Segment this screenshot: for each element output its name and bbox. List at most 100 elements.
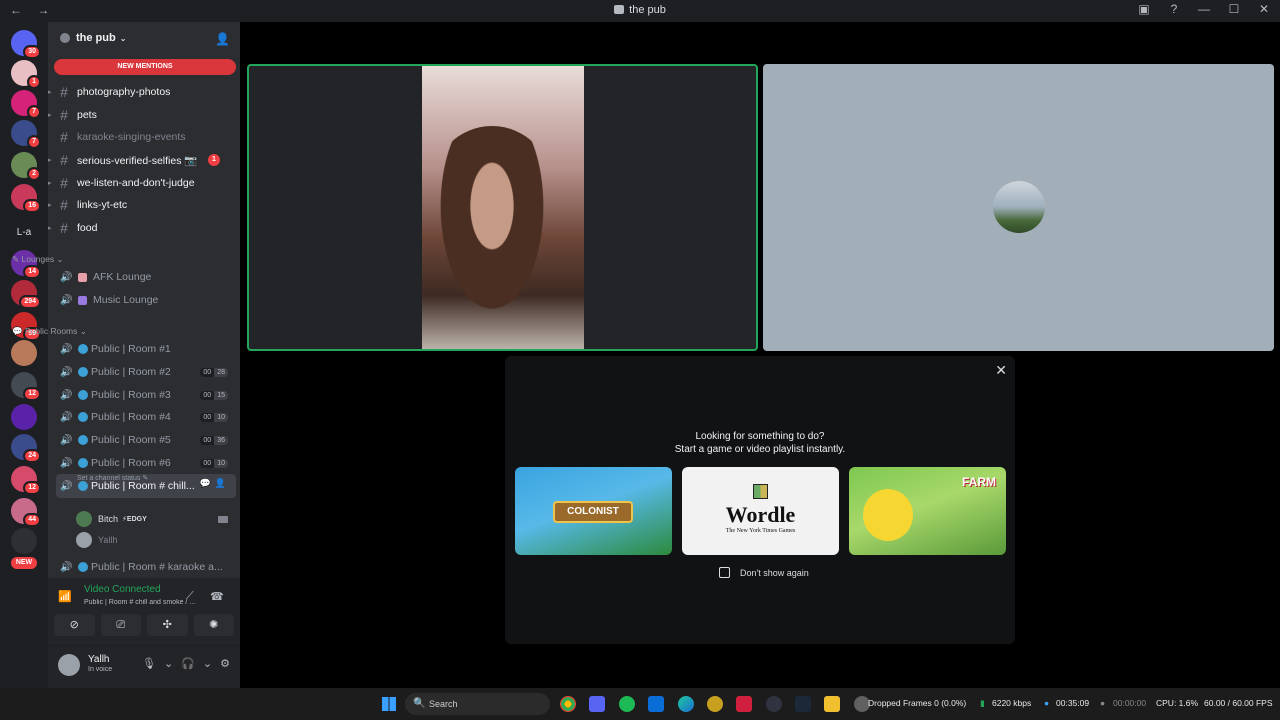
app-icon[interactable] <box>707 696 723 712</box>
server-icon <box>614 5 625 14</box>
server-icon[interactable]: 44 <box>11 498 41 527</box>
server-icon[interactable]: 12 <box>11 466 41 495</box>
screen-share-icon[interactable]: ⎚ <box>100 614 141 636</box>
activity-card-farm[interactable]: FARM <box>849 467 1006 555</box>
speaker-icon: 🔊 <box>60 457 73 469</box>
unread-indicator: ▸ <box>48 225 52 232</box>
activities-icon[interactable]: ✣ <box>147 614 188 636</box>
camera-off-icon[interactable]: ⊘ <box>54 614 95 636</box>
server-icon[interactable]: L-a <box>11 220 37 246</box>
new-servers-pill[interactable]: NEW <box>11 557 37 569</box>
guild-header[interactable]: the pub ⌄ 👤 <box>48 22 240 54</box>
server-icon[interactable]: 24 <box>11 434 41 463</box>
category-public-rooms[interactable]: 💬 Public Rooms ⌄ <box>12 326 87 337</box>
video-tile-speaking[interactable] <box>247 64 758 351</box>
file-explorer-icon[interactable] <box>824 696 840 712</box>
server-icon[interactable] <box>11 528 37 554</box>
soundboard-icon[interactable]: ✺ <box>193 614 234 636</box>
voice-channel[interactable]: 🔊 AFK Lounge <box>56 267 236 287</box>
app-icon[interactable] <box>736 696 752 712</box>
unread-indicator: ▸ <box>48 157 52 164</box>
server-icon[interactable] <box>11 404 37 430</box>
globe-icon <box>78 435 88 445</box>
edge-icon[interactable] <box>678 696 694 712</box>
help-icon[interactable]: ? <box>1166 2 1182 16</box>
new-mentions-pill[interactable]: NEW MENTIONS <box>54 59 236 75</box>
text-channel[interactable]: ▸ # food <box>48 218 228 238</box>
voice-channel[interactable]: 🔊 Public | Room #4 00 10 <box>56 407 236 427</box>
category-label: Public Rooms <box>24 326 78 336</box>
server-icon[interactable]: 7 <box>11 90 41 119</box>
taskbar: 🔍 Search Dropped Frames 0 (0.0%) ▮ 6220 k… <box>0 688 1280 720</box>
voice-channel-link[interactable]: Public | Room # chill and smoke / ... <box>84 599 214 606</box>
voice-channel[interactable]: 🔊 Public | Room # karaoke a... <box>56 557 236 577</box>
server-icon[interactable]: 30 <box>11 30 41 59</box>
text-channel[interactable]: ▸ # links-yt-etc <box>48 195 228 215</box>
close-icon[interactable]: ✕ <box>995 362 1007 379</box>
text-channel[interactable]: # karaoke-singing-events <box>48 127 228 147</box>
settings-gear-icon[interactable]: ⚙ <box>220 657 230 670</box>
channel-status[interactable]: Set a channel status ✎ <box>77 474 148 482</box>
noise-suppression-icon[interactable]: ⟋ <box>186 590 194 603</box>
server-icon[interactable] <box>11 340 37 366</box>
voice-channel[interactable]: 🔊 Public | Room #1 <box>56 339 236 359</box>
store-icon[interactable] <box>648 696 664 712</box>
search-placeholder: Search <box>429 699 458 709</box>
add-member-icon[interactable]: 👤 <box>215 32 230 46</box>
spotify-icon[interactable] <box>619 696 635 712</box>
avatar[interactable] <box>58 654 80 676</box>
server-icon[interactable]: 7 <box>11 120 41 149</box>
channel-name: Public | Room #1 <box>91 343 171 355</box>
minimize-icon[interactable]: — <box>1196 2 1212 16</box>
server-rail: 30 1 7 7 2 16 L-a 14 294 59 12 24 12 44 NEW <box>0 22 48 688</box>
disconnect-icon[interactable]: ☎ <box>210 590 224 603</box>
server-icon[interactable]: 294 <box>11 280 41 309</box>
signal-icon[interactable]: 📶 <box>58 590 72 603</box>
guild-icon <box>60 33 70 43</box>
close-icon[interactable]: ✕ <box>1256 2 1272 16</box>
voice-channel[interactable]: 🔊 Public | Room #5 00 36 <box>56 430 236 450</box>
speaker-icon: 🔊 <box>60 343 73 355</box>
user-name[interactable]: Yallh <box>88 654 110 665</box>
voice-channel[interactable]: 🔊 Music Lounge <box>56 290 236 310</box>
voice-channel[interactable]: 🔊 Public | Room #3 00 15 <box>56 385 236 405</box>
voice-user[interactable]: Bitch ⚡EDGY <box>76 511 147 527</box>
speaker-icon: 🔊 <box>60 271 73 283</box>
server-icon[interactable]: 1 <box>11 60 41 89</box>
voice-user[interactable]: Yallh <box>76 532 117 548</box>
dont-show-again[interactable]: Don't show again <box>719 567 809 578</box>
inbox-icon[interactable]: ▣ <box>1136 2 1152 16</box>
discord-icon[interactable] <box>589 696 605 712</box>
activity-card-wordle[interactable]: Wordle The New York Times Games <box>682 467 839 555</box>
maximize-icon[interactable]: ☐ <box>1226 2 1242 16</box>
server-icon[interactable]: 16 <box>11 184 41 213</box>
obs-icon[interactable] <box>766 696 782 712</box>
voice-channel[interactable]: 🔊 Public | Room #2 00 28 <box>56 362 236 382</box>
prompt-heading: Looking for something to do? <box>695 431 825 442</box>
count-limit: 10 <box>214 412 228 422</box>
video-tile-avatar[interactable] <box>763 64 1274 351</box>
voice-channel[interactable]: 🔊 Public | Room #6 00 10 <box>56 453 236 473</box>
checkbox[interactable] <box>719 567 730 578</box>
server-icon[interactable]: 12 <box>11 372 41 401</box>
headphones-icon[interactable]: 🎧 <box>181 657 195 670</box>
chrome-icon[interactable] <box>560 696 576 712</box>
taskbar-search[interactable]: 🔍 Search <box>405 693 550 715</box>
text-channel[interactable]: ▸ # serious-verified-selfies 📷 1 <box>48 150 228 170</box>
text-channel[interactable]: ▸ # photography-photos <box>48 82 228 102</box>
text-channel[interactable]: ▸ # pets <box>48 105 228 125</box>
activity-card-colonist[interactable]: COLONIST <box>515 467 672 555</box>
mention-badge: 12 <box>23 387 41 401</box>
server-icon[interactable]: 2 <box>11 152 41 181</box>
user-status: In voice <box>88 666 113 673</box>
microphone-icon[interactable]: 🎙 <box>142 657 156 670</box>
globe-icon <box>78 562 88 572</box>
chevron-down-icon[interactable]: ⌄ <box>164 657 173 670</box>
category-label: Lounges <box>21 254 55 264</box>
channel-actions[interactable]: 💬👤 <box>200 478 230 489</box>
steam-icon[interactable] <box>795 696 811 712</box>
chevron-down-icon[interactable]: ⌄ <box>203 657 212 670</box>
category-lounges[interactable]: ✎ Lounges ⌄ <box>12 254 64 265</box>
text-channel[interactable]: ▸ # we-listen-and-don't-judge <box>48 173 228 193</box>
windows-start-icon[interactable] <box>382 697 396 711</box>
